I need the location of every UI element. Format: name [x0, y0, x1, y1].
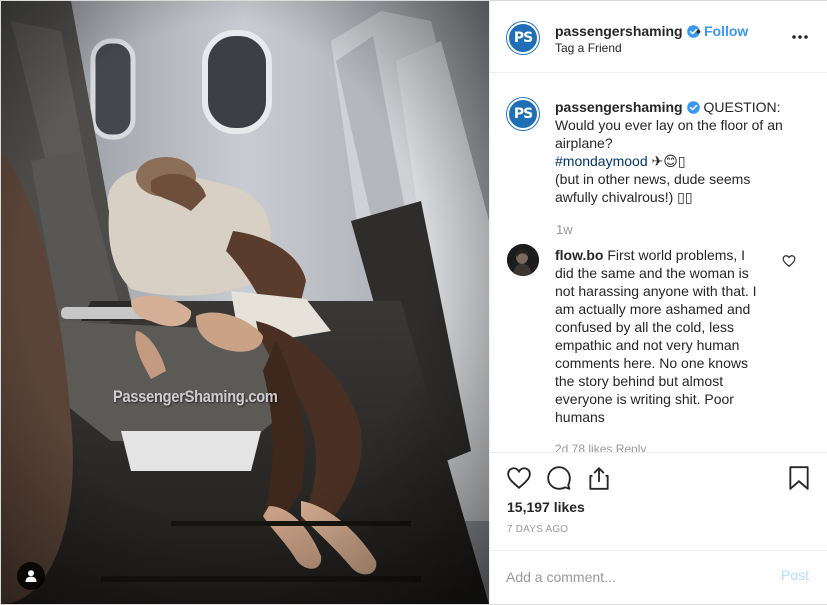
comment-text: First world problems, I did the same and…: [555, 247, 757, 425]
add-comment-bar: Post: [490, 550, 827, 604]
follow-button[interactable]: Follow: [704, 23, 748, 39]
caption-username[interactable]: passengershaming: [555, 99, 683, 115]
caption-author-avatar[interactable]: PS: [507, 98, 539, 130]
author-username-text[interactable]: passengershaming: [555, 23, 683, 39]
caption-text-continued: (but in other news, dude seems awfully c…: [555, 171, 751, 205]
avatar-initials: PS: [513, 30, 533, 46]
post-modal: PassengerShaming.com PS passengershaming…: [0, 0, 827, 605]
comment-icon: [547, 466, 571, 490]
caption-hashtag[interactable]: #mondaymood: [555, 153, 648, 169]
post-comment-button[interactable]: Post: [781, 567, 809, 583]
comment-username[interactable]: flow.bo: [555, 247, 603, 263]
post-timestamp[interactable]: 7 DAYS AGO: [507, 524, 568, 535]
heart-icon: [782, 255, 796, 268]
verified-badge-icon: [686, 101, 700, 114]
like-button[interactable]: [506, 465, 532, 491]
like-count[interactable]: 15,197 likes: [507, 499, 585, 515]
share-icon: [589, 467, 609, 490]
post-location[interactable]: Tag a Friend: [555, 41, 622, 55]
post-caption: passengershaming QUESTION: Would you eve…: [555, 98, 795, 206]
comment: flow.bo First world problems, I did the …: [555, 246, 765, 426]
author-username[interactable]: passengershaming: [555, 23, 700, 39]
commenter-avatar-image: [507, 244, 539, 276]
comment-like-button[interactable]: [782, 254, 796, 268]
share-button[interactable]: [586, 465, 612, 491]
bookmark-icon: [789, 466, 809, 490]
comments-list[interactable]: PS passengershaming QUESTION: Would you …: [490, 74, 827, 452]
commenter-avatar[interactable]: [507, 244, 539, 276]
photo-watermark: PassengerShaming.com: [113, 387, 278, 406]
more-options-button[interactable]: [790, 27, 810, 47]
user-tag-icon: [25, 570, 37, 582]
separator-dot: •: [696, 23, 701, 39]
avatar-initials: PS: [513, 106, 533, 122]
post-header: PS passengershaming • Follow Tag a Frien…: [490, 1, 827, 73]
more-options-icon: [792, 35, 808, 39]
tagged-users-button[interactable]: [17, 562, 45, 590]
comment-button[interactable]: [546, 465, 572, 491]
post-side-panel: PS passengershaming • Follow Tag a Frien…: [489, 1, 827, 604]
author-avatar[interactable]: PS: [507, 22, 539, 54]
photo-illustration: [1, 1, 489, 604]
comment-meta: 2d 78 likes Reply: [555, 442, 647, 452]
caption-emojis: ✈😊▯: [651, 153, 686, 169]
caption-timestamp[interactable]: 1w: [556, 222, 573, 237]
post-photo[interactable]: PassengerShaming.com: [1, 1, 489, 604]
add-comment-input[interactable]: [506, 565, 766, 589]
post-actions: 15,197 likes 7 DAYS AGO: [490, 452, 827, 550]
save-button[interactable]: [786, 465, 812, 491]
heart-icon: [507, 467, 531, 489]
